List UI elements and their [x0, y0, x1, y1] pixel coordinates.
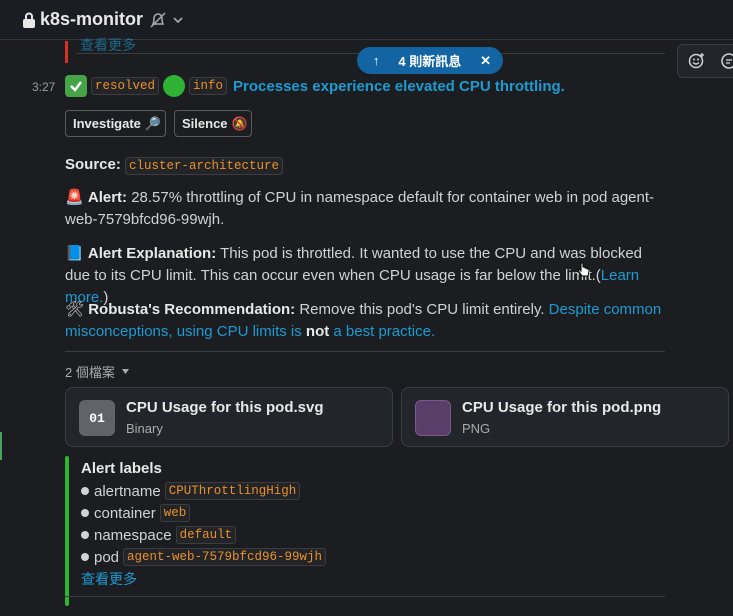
tools-icon: 🛠 [65, 301, 85, 318]
investigate-label: Investigate [73, 116, 141, 131]
bell-muted-icon[interactable] [149, 11, 167, 29]
files-toggle[interactable]: 2 個檔案 [65, 362, 130, 381]
alert-title-link[interactable]: Processes experience elevated CPU thrott… [233, 78, 565, 95]
file-name: CPU Usage for this pod.svg [126, 399, 324, 416]
best-practice-link-b: a best practice. [333, 323, 436, 340]
muted-bell-icon: 🔕 [231, 115, 248, 131]
add-reaction-icon[interactable] [688, 52, 706, 70]
label-row: namespace default [81, 524, 661, 546]
caret-down-icon [121, 369, 129, 374]
recommendation-label: Robusta's Recommendation: [88, 301, 296, 318]
green-circle-icon [163, 75, 186, 97]
file-card-svg[interactable]: 01 CPU Usage for this pod.svg Binary [65, 387, 393, 447]
divider [65, 351, 665, 352]
channel-name[interactable]: k8s-monitor [40, 9, 143, 30]
thread-indicator [0, 432, 2, 460]
mouse-cursor-icon [577, 262, 590, 277]
channel-header: k8s-monitor [0, 0, 733, 40]
source-label: Source: [65, 156, 121, 173]
file-name: CPU Usage for this pod.png [462, 399, 662, 416]
file-card-png[interactable]: CPU Usage for this pod.png PNG [401, 387, 729, 447]
status-tag: resolved [91, 77, 160, 95]
binary-file-icon: 01 [79, 400, 115, 436]
new-messages-label: 4 則新訊息 [398, 54, 462, 69]
chevron-down-icon[interactable] [173, 15, 183, 25]
show-more-link[interactable]: 查看更多 [81, 569, 661, 589]
label-row: alertname CPUThrottlingHigh [81, 480, 661, 502]
alert-text: 28.57% throttling of CPU in namespace de… [65, 189, 655, 228]
divider [65, 596, 665, 597]
explanation-label: Alert Explanation: [87, 245, 217, 262]
new-messages-pill[interactable]: ↑ 4 則新訊息 ✕ [357, 47, 503, 74]
file-type: PNG [462, 421, 491, 436]
recommendation-text: Remove this pod's CPU limit entirely. [299, 301, 545, 318]
source-line: Source: cluster-architecture [65, 154, 665, 177]
bullet [81, 487, 89, 495]
label-value: web [159, 504, 191, 522]
investigate-button[interactable]: Investigate 🔎 [65, 110, 166, 137]
close-icon[interactable]: ✕ [480, 53, 491, 69]
book-icon: 📘 [65, 245, 84, 262]
label-value: CPUThrottlingHigh [164, 482, 301, 500]
bullet [81, 553, 89, 561]
severity-tag: info [189, 77, 228, 95]
message-timestamp[interactable]: 3:27 [32, 80, 55, 94]
label-row: container web [81, 502, 661, 524]
label-row: pod agent-web-7579bfcd96-99wjh [81, 546, 661, 568]
alert-label: Alert: [87, 189, 128, 206]
label-value: default [175, 526, 237, 544]
attachment-bar [65, 456, 69, 606]
bullet [81, 531, 89, 539]
label-key: namespace [94, 526, 172, 544]
attachment-title: Alert labels [81, 460, 162, 477]
lock-icon [23, 12, 35, 28]
reply-icon[interactable] [720, 52, 733, 70]
label-key: container [94, 504, 156, 522]
label-key: pod [94, 548, 120, 566]
siren-icon: 🚨 [65, 189, 84, 206]
image-thumbnail-icon [415, 400, 451, 436]
recommendation-paragraph: 🛠 Robusta's Recommendation: Remove this … [65, 299, 665, 343]
files-count-label: 2 個檔案 [65, 365, 115, 380]
bullet [81, 509, 89, 517]
silence-button[interactable]: Silence 🔕 [174, 110, 252, 137]
previous-attachment-bar [65, 41, 68, 63]
alert-labels-attachment: Alert labels alertname CPUThrottlingHigh… [81, 460, 661, 589]
alert-paragraph: 🚨 Alert: 28.57% throttling of CPU in nam… [65, 187, 665, 231]
magnifier-icon: 🔎 [144, 115, 162, 131]
previous-show-more-link[interactable]: 查看更多 [80, 35, 136, 55]
arrow-up-icon: ↑ [373, 53, 380, 68]
label-value: agent-web-7579bfcd96-99wjh [123, 548, 327, 566]
check-mark-icon [65, 75, 87, 97]
silence-label: Silence [182, 116, 228, 131]
source-value: cluster-architecture [125, 157, 284, 175]
file-type: Binary [126, 421, 163, 436]
message-title-row: resolved info Processes experience eleva… [65, 75, 565, 97]
message-actions-toolbar [677, 44, 733, 78]
label-key: alertname [94, 482, 161, 500]
best-practice-link-bold: not [305, 323, 330, 340]
